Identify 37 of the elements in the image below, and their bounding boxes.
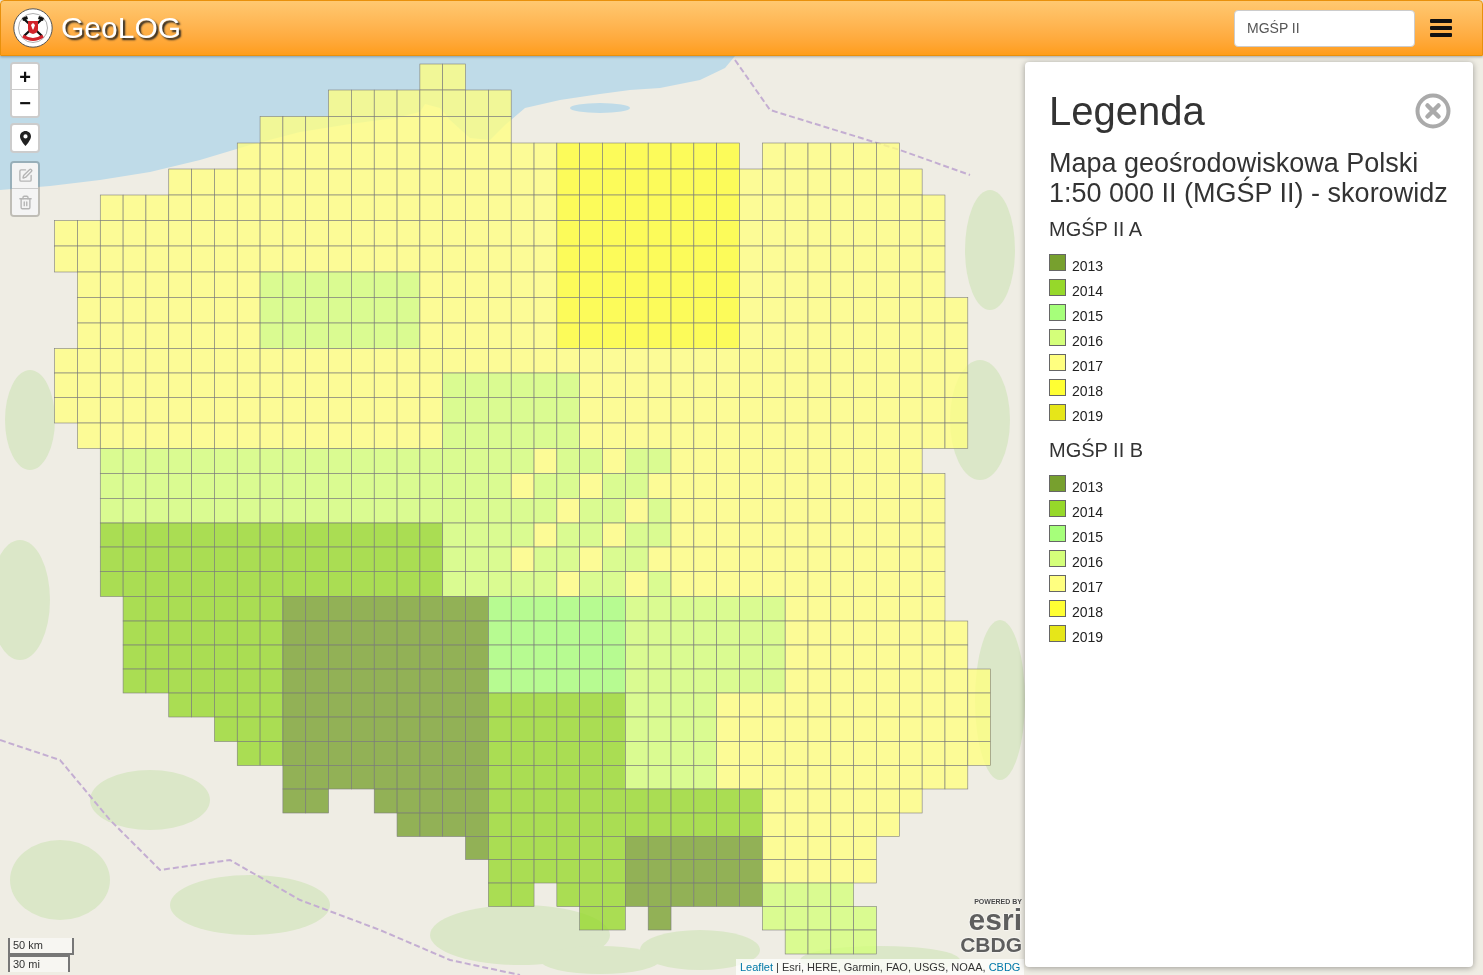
esri-wordmark: esri — [968, 906, 1022, 934]
legend-label: 2013 — [1072, 479, 1104, 495]
legend-label: 2014 — [1072, 283, 1104, 299]
legend-label: 2019 — [1072, 629, 1104, 645]
locate-button[interactable] — [10, 123, 40, 153]
partner-wordmark: CBDG — [960, 934, 1022, 956]
legend-label: 2015 — [1072, 308, 1104, 324]
legend-section-title: MGŚP II B — [1049, 437, 1145, 463]
legend-label: 2013 — [1072, 258, 1104, 274]
legend-subtitle: Mapa geośrodowiskowa Polski 1:50 000 II (MGŚP II) - skorowidz — [1049, 148, 1449, 208]
leaflet-link[interactable]: Leaflet — [740, 961, 774, 973]
close-button[interactable] — [1415, 93, 1451, 129]
legend-label: 2016 — [1072, 554, 1104, 570]
scale-bar-imperial: 30 mi — [8, 955, 70, 972]
menu-icon — [1430, 19, 1452, 37]
legend-label: 2018 — [1072, 604, 1104, 620]
legend-label: 2019 — [1072, 408, 1104, 424]
legend-label: 2016 — [1072, 333, 1104, 349]
trash-icon — [17, 194, 33, 210]
close-icon — [1415, 93, 1451, 129]
search-field[interactable]: MGŚP II — [1234, 9, 1415, 47]
provider-link[interactable]: CBDG — [988, 961, 1021, 973]
edit-icon — [17, 168, 33, 183]
legend-section-title: MGŚP II A — [1049, 216, 1143, 242]
zoom-in-button[interactable]: + — [12, 64, 38, 90]
legend-label: 2015 — [1072, 529, 1104, 545]
attribution-text: Leaflet | Esri, HERE, Garmin, FAO, USGS, NOAA, CBDG — [736, 959, 1025, 975]
legend-label: 2017 — [1072, 358, 1104, 374]
map-pin-icon — [19, 130, 31, 146]
scale-bar-metric: 50 km — [8, 938, 74, 955]
legend-label: 2018 — [1072, 383, 1104, 399]
emblem-icon — [13, 8, 53, 48]
app-title: GeoLOG — [61, 10, 182, 46]
legend-label: 2017 — [1072, 579, 1104, 595]
legend-label: 2014 — [1072, 504, 1104, 520]
menu-button[interactable] — [1430, 19, 1452, 37]
legend-title: Legenda — [1049, 88, 1205, 135]
